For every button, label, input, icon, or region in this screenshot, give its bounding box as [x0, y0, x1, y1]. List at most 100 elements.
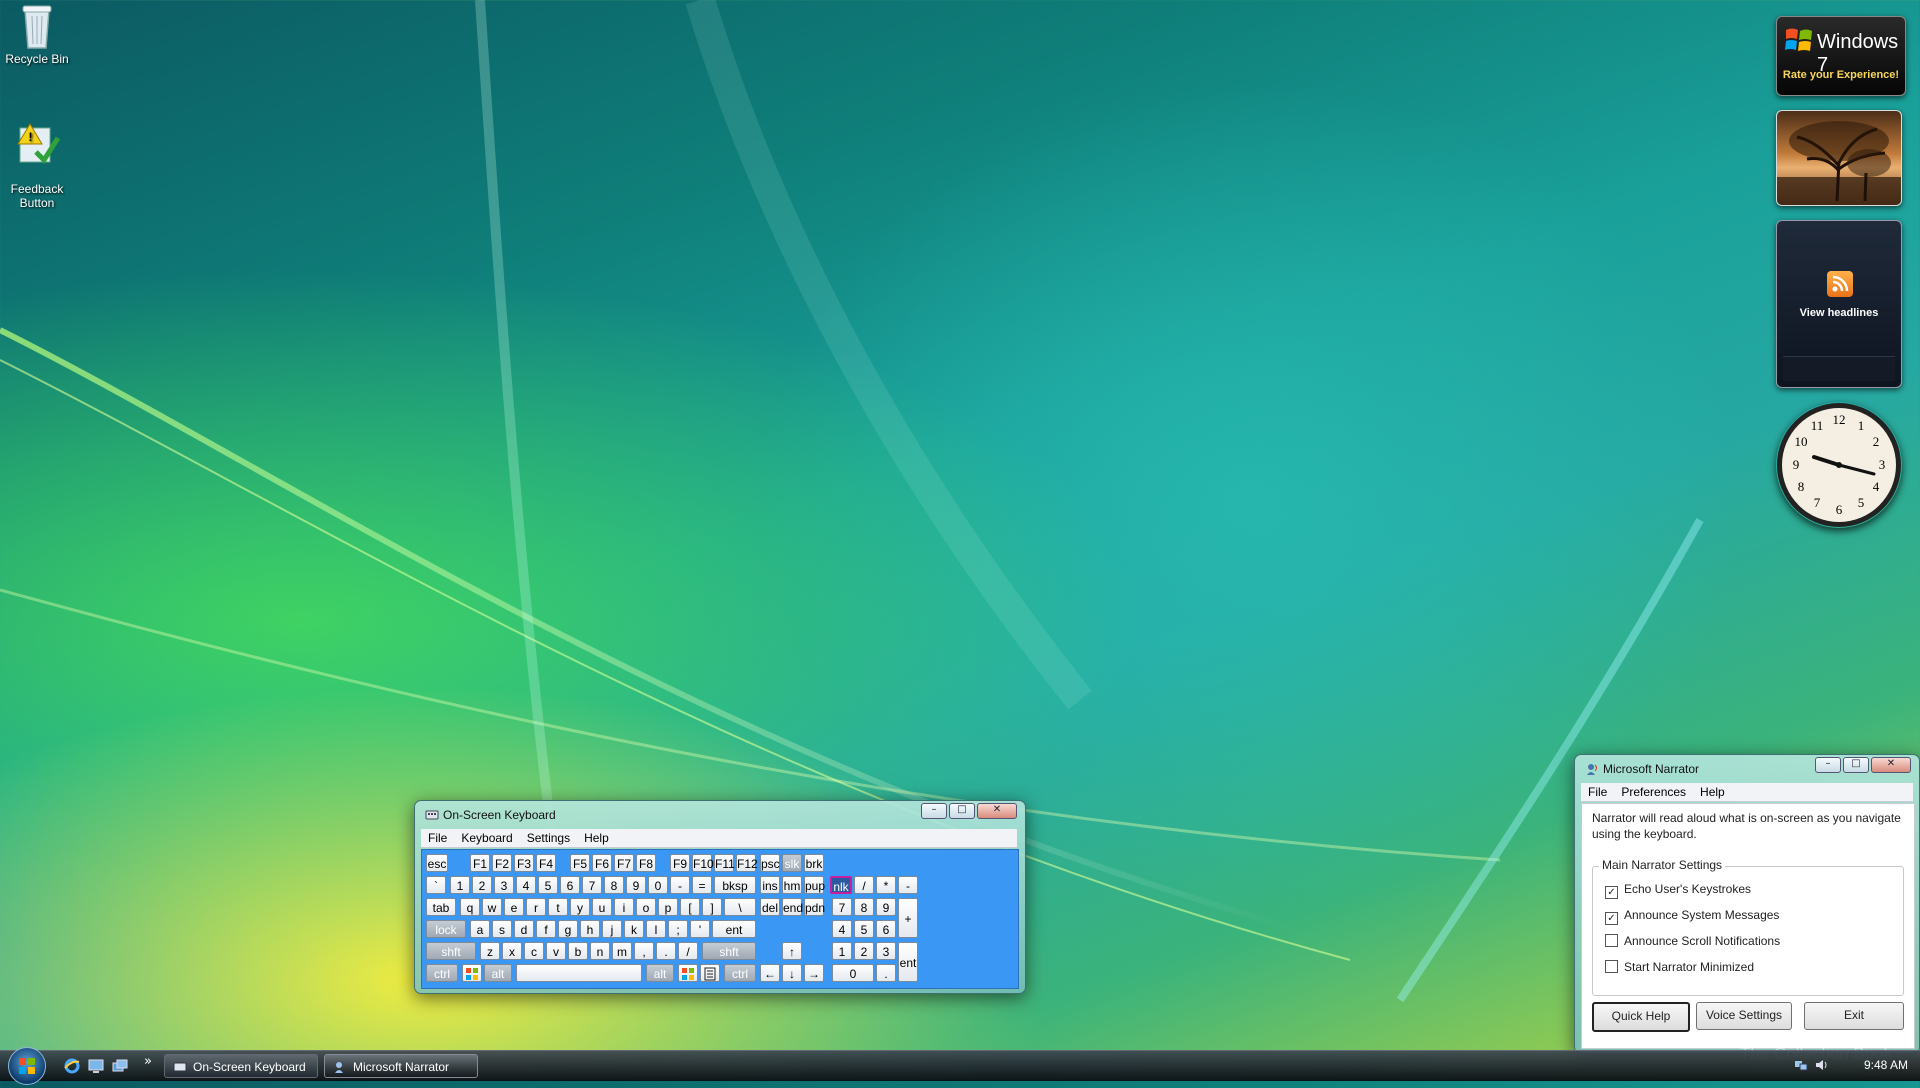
key-o[interactable]: o [636, 898, 656, 916]
key-numpad-minus[interactable]: - [898, 876, 918, 894]
volume-tray-icon[interactable] [1814, 1058, 1828, 1072]
key-capslock[interactable]: lock [426, 920, 466, 938]
key-x[interactable]: x [502, 942, 522, 960]
rate-experience-link[interactable]: Rate your Experience! [1777, 69, 1905, 81]
key-left-windows[interactable] [462, 964, 482, 982]
key-numpad-6[interactable]: 6 [876, 920, 896, 938]
key-6[interactable]: 6 [560, 876, 580, 894]
feed-headlines-gadget[interactable]: View headlines [1776, 220, 1902, 388]
menu-file[interactable]: File [1581, 783, 1614, 801]
network-tray-icon[interactable] [1794, 1058, 1808, 1072]
feedback-button-desktop-icon[interactable]: ! Feedback Button [0, 106, 82, 210]
key-numpad-star[interactable]: * [876, 876, 896, 894]
key-pup[interactable]: pup [804, 876, 825, 894]
key-4[interactable]: 4 [516, 876, 536, 894]
key-arrow-right[interactable]: → [804, 964, 824, 982]
menu-help[interactable]: Help [577, 829, 616, 847]
taskbar-item-narrator[interactable]: Microsoft Narrator [324, 1054, 478, 1078]
menu-settings[interactable]: Settings [520, 829, 577, 847]
key-j[interactable]: j [602, 920, 622, 938]
recycle-bin-desktop-icon[interactable]: Recycle Bin [0, 2, 82, 66]
key-f8[interactable]: F8 [636, 854, 656, 872]
key-c[interactable]: c [524, 942, 544, 960]
key-q[interactable]: q [460, 898, 480, 916]
key-bksp[interactable]: bksp [714, 876, 756, 894]
switch-windows-icon[interactable] [112, 1058, 128, 1074]
close-button[interactable]: ✕ [977, 803, 1017, 819]
key-ins[interactable]: ins [760, 876, 780, 894]
quick-help-button[interactable]: Quick Help [1592, 1002, 1690, 1032]
show-desktop-icon[interactable] [88, 1058, 104, 1074]
key-brk[interactable]: brk [804, 854, 824, 872]
menu-preferences[interactable]: Preferences [1614, 783, 1693, 801]
key-backtick[interactable]: ` [426, 876, 446, 894]
announce-system-messages-checkbox[interactable]: ✓ Announce System Messages [1605, 907, 1779, 925]
minimize-button[interactable]: – [921, 803, 947, 819]
key-f3[interactable]: F3 [514, 854, 534, 872]
key-r[interactable]: r [526, 898, 546, 916]
start-button[interactable] [8, 1047, 46, 1085]
key-n[interactable]: n [590, 942, 610, 960]
narrator-titlebar[interactable]: Microsoft Narrator [1585, 759, 1699, 779]
menu-keyboard[interactable]: Keyboard [454, 829, 519, 847]
key-right-shift[interactable]: shft [702, 942, 756, 960]
key-right-windows[interactable] [678, 964, 698, 982]
voice-settings-button[interactable]: Voice Settings [1696, 1002, 1792, 1030]
internet-explorer-icon[interactable] [64, 1058, 80, 1074]
key-f12[interactable]: F12 [736, 854, 758, 872]
key-numpad-8[interactable]: 8 [854, 898, 874, 916]
maximize-button[interactable]: □ [1843, 757, 1869, 773]
key-b[interactable]: b [568, 942, 588, 960]
key-t[interactable]: t [548, 898, 568, 916]
key-backslash[interactable]: \ [724, 898, 756, 916]
key-space[interactable] [516, 964, 642, 982]
key-tab[interactable]: tab [426, 898, 456, 916]
menu-file[interactable]: File [421, 829, 454, 847]
key-arrow-down[interactable]: ↓ [782, 964, 802, 982]
key-l[interactable]: l [646, 920, 666, 938]
key-z[interactable]: z [480, 942, 500, 960]
key-f11[interactable]: F11 [714, 854, 735, 872]
key-f1[interactable]: F1 [470, 854, 490, 872]
key-equals[interactable]: = [692, 876, 712, 894]
key-right-alt[interactable]: alt [646, 964, 674, 982]
key-i[interactable]: i [614, 898, 634, 916]
key-7[interactable]: 7 [582, 876, 602, 894]
key-psc[interactable]: psc [760, 854, 780, 872]
key-5[interactable]: 5 [538, 876, 558, 894]
key-semicolon[interactable]: ; [668, 920, 688, 938]
key-p[interactable]: p [658, 898, 678, 916]
key-rbracket[interactable]: ] [702, 898, 722, 916]
key-u[interactable]: u [592, 898, 612, 916]
key-m[interactable]: m [612, 942, 632, 960]
key-w[interactable]: w [482, 898, 502, 916]
key-a[interactable]: a [470, 920, 490, 938]
key-d[interactable]: d [514, 920, 534, 938]
key-e[interactable]: e [504, 898, 524, 916]
key-9[interactable]: 9 [626, 876, 646, 894]
key-f7[interactable]: F7 [614, 854, 634, 872]
key-y[interactable]: y [570, 898, 590, 916]
key-f9[interactable]: F9 [670, 854, 690, 872]
key-slash[interactable]: / [678, 942, 698, 960]
maximize-button[interactable]: □ [949, 803, 975, 819]
key-arrow-up[interactable]: ↑ [782, 942, 802, 960]
key-numpad-dot[interactable]: . [876, 964, 896, 982]
key-esc[interactable]: esc [426, 854, 448, 872]
key-f10[interactable]: F10 [692, 854, 714, 872]
key-8[interactable]: 8 [604, 876, 624, 894]
menu-help[interactable]: Help [1693, 783, 1732, 801]
key-numpad-3[interactable]: 3 [876, 942, 896, 960]
key-menu[interactable] [700, 964, 720, 982]
windows7-rate-gadget[interactable]: Windows 7 Rate your Experience! [1776, 16, 1906, 96]
key-h[interactable]: h [580, 920, 600, 938]
key-numpad-1[interactable]: 1 [832, 942, 852, 960]
key-f2[interactable]: F2 [492, 854, 512, 872]
minimize-button[interactable]: – [1815, 757, 1841, 773]
narrator-window[interactable]: Microsoft Narrator – □ ✕ File Preferences… [1574, 754, 1920, 1054]
key-minus[interactable]: - [670, 876, 690, 894]
key-left-ctrl[interactable]: ctrl [426, 964, 458, 982]
key-2[interactable]: 2 [472, 876, 492, 894]
key-0[interactable]: 0 [648, 876, 668, 894]
key-numpad-enter[interactable]: ent [898, 942, 918, 982]
